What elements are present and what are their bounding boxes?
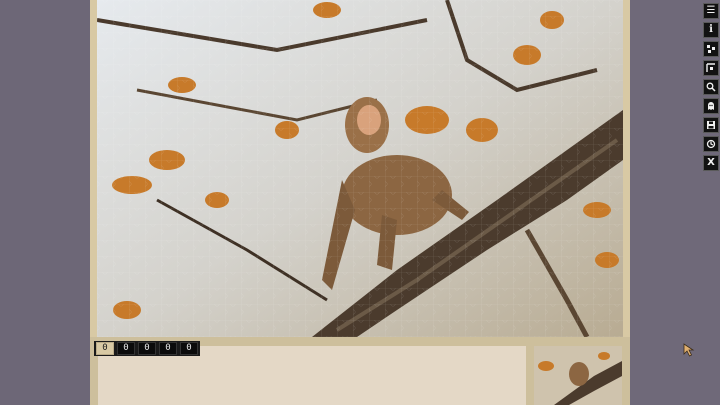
info-button[interactable]: i <box>703 22 719 38</box>
menu-icon: ☰ <box>706 5 716 16</box>
piece-counter: 0 0 0 0 0 <box>94 341 200 356</box>
puzzle-image <box>97 0 623 337</box>
edge-pieces-icon <box>706 63 715 72</box>
magnifier-icon <box>706 82 716 92</box>
save-button[interactable] <box>703 117 719 133</box>
preview-image <box>534 346 622 405</box>
ghost-image-button[interactable] <box>703 98 719 114</box>
close-icon: X <box>707 157 715 168</box>
save-icon <box>707 121 715 129</box>
scatter-pieces-icon <box>707 45 715 53</box>
info-icon: i <box>709 24 713 35</box>
rotate-button[interactable] <box>703 136 719 152</box>
counter-digit: 0 <box>117 342 135 355</box>
puzzle-board-frame <box>90 0 630 343</box>
rotate-icon <box>706 139 716 149</box>
close-button[interactable]: X <box>703 155 719 171</box>
edge-pieces-button[interactable] <box>703 60 719 76</box>
preview-thumbnail[interactable] <box>534 346 622 405</box>
menu-button[interactable]: ☰ <box>703 3 719 19</box>
ghost-image-icon <box>708 102 714 110</box>
scatter-pieces-button[interactable] <box>703 41 719 57</box>
counter-digit: 0 <box>138 342 156 355</box>
right-toolbar: ☰ i X <box>703 3 719 171</box>
counter-digit: 0 <box>159 342 177 355</box>
zoom-button[interactable] <box>703 79 719 95</box>
counter-digit: 0 <box>180 342 198 355</box>
puzzle-board[interactable] <box>97 0 623 337</box>
mouse-cursor-icon <box>683 343 695 357</box>
counter-digit: 0 <box>96 342 114 355</box>
left-background <box>0 0 90 405</box>
